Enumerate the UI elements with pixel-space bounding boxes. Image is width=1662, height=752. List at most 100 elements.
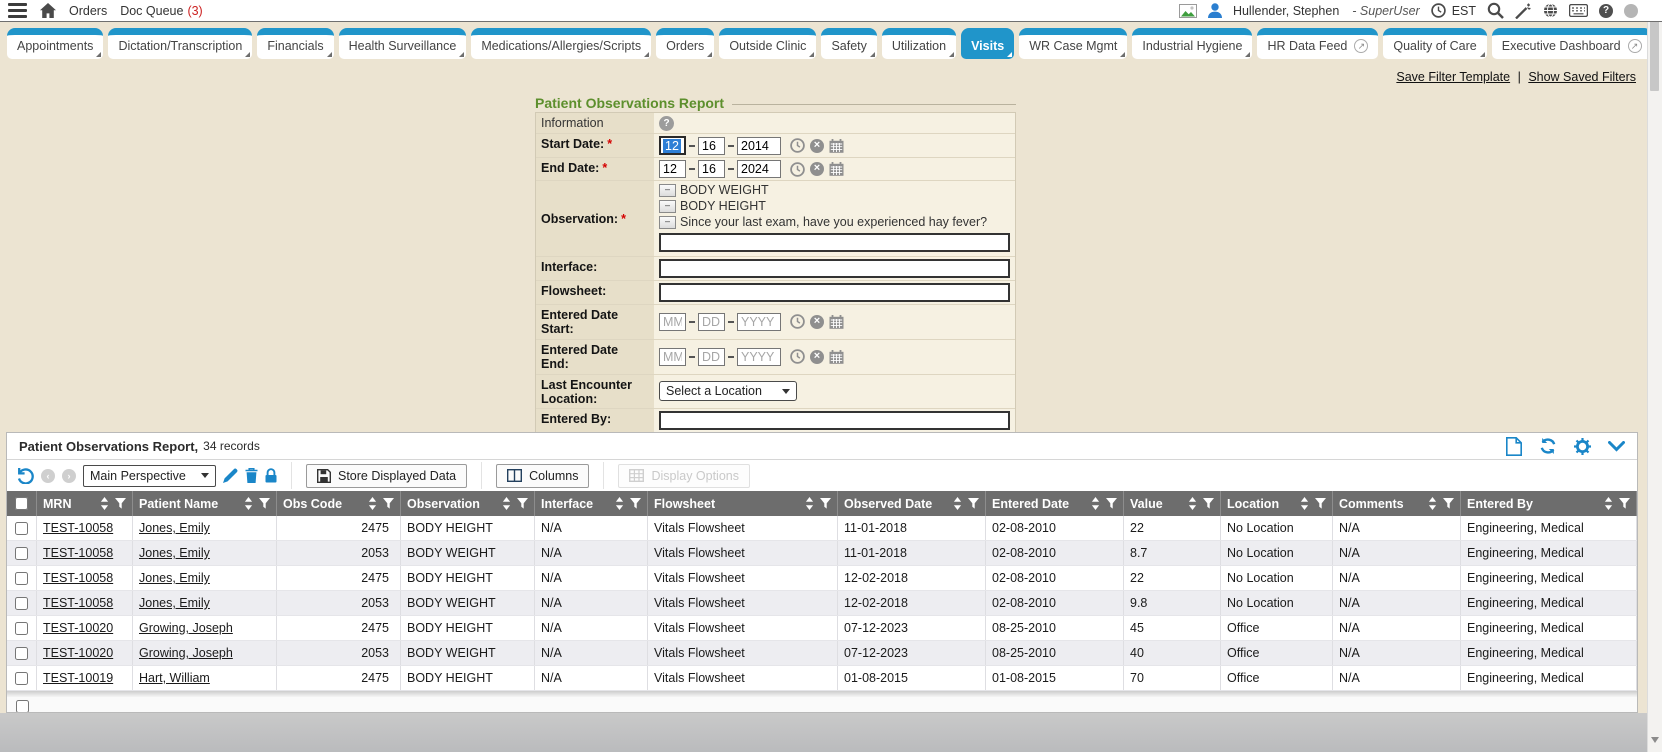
- tab-industrial-hygiene[interactable]: Industrial Hygiene: [1132, 28, 1252, 59]
- delete-icon[interactable]: [245, 468, 258, 483]
- page-scrollbar[interactable]: [1647, 0, 1662, 752]
- save-filter-template-link[interactable]: Save Filter Template: [1396, 70, 1510, 84]
- interface-input[interactable]: [659, 259, 1010, 278]
- end-date-month-input[interactable]: [659, 160, 686, 178]
- clear-icon[interactable]: [810, 350, 824, 364]
- column-header-entered_date[interactable]: Entered Date: [986, 491, 1124, 516]
- column-header-entered_by[interactable]: Entered By: [1461, 491, 1637, 516]
- row-checkbox[interactable]: [15, 622, 28, 635]
- column-header-obs_code[interactable]: Obs Code: [277, 491, 401, 516]
- scrollbar-thumb[interactable]: [1650, 17, 1659, 91]
- filter-icon[interactable]: [383, 498, 394, 509]
- home-icon[interactable]: [40, 3, 56, 18]
- tab-financials[interactable]: Financials: [257, 28, 333, 59]
- filter-icon[interactable]: [1443, 498, 1454, 509]
- patient_name-link[interactable]: Jones, Emily: [139, 521, 210, 535]
- tab-hr-data-feed[interactable]: HR Data Feed: [1257, 28, 1378, 59]
- entered-date-start-year-input[interactable]: [737, 313, 781, 331]
- sort-icon[interactable]: [368, 497, 377, 510]
- sort-icon[interactable]: [100, 497, 109, 510]
- entered-date-end-year-input[interactable]: [737, 348, 781, 366]
- sort-icon[interactable]: [615, 497, 624, 510]
- sort-icon[interactable]: [502, 497, 511, 510]
- tab-medications-allergies-scripts[interactable]: Medications/Allergies/Scripts: [471, 28, 651, 59]
- entered-by-input[interactable]: [659, 411, 1010, 430]
- perspective-select[interactable]: Main Perspective: [83, 465, 216, 487]
- entered-date-end-day-input[interactable]: [698, 348, 725, 366]
- tab-executive-dashboard[interactable]: Executive Dashboard: [1492, 28, 1652, 59]
- keyboard-icon[interactable]: [1569, 4, 1588, 17]
- help-icon[interactable]: ?: [1599, 4, 1613, 18]
- entered-date-start-day-input[interactable]: [698, 313, 725, 331]
- sort-icon[interactable]: [1091, 497, 1100, 510]
- column-header-interface[interactable]: Interface: [535, 491, 648, 516]
- search-icon[interactable]: [1487, 2, 1504, 19]
- column-header-mrn[interactable]: MRN: [37, 491, 133, 516]
- gear-icon[interactable]: [1574, 438, 1591, 455]
- undo-icon[interactable]: [16, 467, 34, 484]
- column-header-flowsheet[interactable]: Flowsheet: [648, 491, 838, 516]
- observation-search-input[interactable]: [659, 233, 1010, 252]
- sort-icon[interactable]: [244, 497, 253, 510]
- chevron-down-icon[interactable]: [1608, 441, 1625, 452]
- tab-dictation-transcription[interactable]: Dictation/Transcription: [108, 28, 252, 59]
- filter-icon[interactable]: [115, 498, 126, 509]
- select-all-checkbox[interactable]: [15, 497, 28, 510]
- end-date-day-input[interactable]: [698, 160, 725, 178]
- clear-icon[interactable]: [810, 162, 824, 176]
- clock-icon[interactable]: [790, 138, 805, 153]
- filter-icon[interactable]: [517, 498, 528, 509]
- filter-icon[interactable]: [1203, 498, 1214, 509]
- entered-date-start-month-input[interactable]: [659, 313, 686, 331]
- tab-health-surveillance[interactable]: Health Surveillance: [339, 28, 467, 59]
- patient_name-link[interactable]: Growing, Joseph: [139, 621, 233, 635]
- store-displayed-data-button[interactable]: Store Displayed Data: [306, 464, 467, 488]
- timezone-label[interactable]: EST: [1452, 4, 1476, 18]
- user-name[interactable]: Hullender, Stephen: [1233, 4, 1339, 18]
- row-checkbox[interactable]: [15, 672, 28, 685]
- filter-icon[interactable]: [820, 498, 831, 509]
- sort-icon[interactable]: [805, 497, 814, 510]
- tab-outside-clinic[interactable]: Outside Clinic: [719, 28, 816, 59]
- patient_name-link[interactable]: Jones, Emily: [139, 571, 210, 585]
- location-select[interactable]: Select a Location: [659, 381, 797, 401]
- row-checkbox[interactable]: [15, 572, 28, 585]
- row-checkbox[interactable]: [15, 597, 28, 610]
- remove-icon[interactable]: [659, 184, 676, 197]
- row-checkbox[interactable]: [15, 547, 28, 560]
- filter-icon[interactable]: [1315, 498, 1326, 509]
- patient_name-link[interactable]: Jones, Emily: [139, 546, 210, 560]
- row-checkbox[interactable]: [15, 647, 28, 660]
- start-date-year-input[interactable]: [737, 137, 781, 155]
- menu-item-doc-queue[interactable]: Doc Queue (3): [120, 4, 203, 18]
- clock-icon[interactable]: [790, 349, 805, 364]
- column-header-value[interactable]: Value: [1124, 491, 1221, 516]
- tab-visits[interactable]: Visits: [961, 28, 1014, 59]
- tab-safety[interactable]: Safety: [821, 28, 876, 59]
- row-checkbox[interactable]: [15, 522, 28, 535]
- calendar-icon[interactable]: [829, 162, 844, 176]
- calendar-icon[interactable]: [829, 350, 844, 364]
- filter-icon[interactable]: [259, 498, 270, 509]
- columns-button[interactable]: Columns: [496, 464, 589, 488]
- entered-date-end-month-input[interactable]: [659, 348, 686, 366]
- start-date-day-input[interactable]: [698, 137, 725, 155]
- column-header-comments[interactable]: Comments: [1333, 491, 1461, 516]
- mrn-link[interactable]: TEST-10020: [43, 621, 113, 635]
- filter-icon[interactable]: [1619, 498, 1630, 509]
- sort-icon[interactable]: [1428, 497, 1437, 510]
- row-checkbox[interactable]: [16, 700, 29, 713]
- sort-icon[interactable]: [1300, 497, 1309, 510]
- menu-item-orders[interactable]: Orders: [69, 4, 107, 18]
- tab-appointments[interactable]: Appointments: [7, 28, 103, 59]
- column-header-patient_name[interactable]: Patient Name: [133, 491, 277, 516]
- clear-icon[interactable]: [810, 139, 824, 153]
- wand-icon[interactable]: [1515, 3, 1532, 19]
- tab-quality-of-care[interactable]: Quality of Care: [1383, 28, 1486, 59]
- calendar-icon[interactable]: [829, 139, 844, 153]
- flowsheet-input[interactable]: [659, 283, 1010, 302]
- filter-icon[interactable]: [630, 498, 641, 509]
- clear-icon[interactable]: [810, 315, 824, 329]
- start-date-month-input[interactable]: 12: [659, 136, 686, 155]
- mrn-link[interactable]: TEST-10058: [43, 571, 113, 585]
